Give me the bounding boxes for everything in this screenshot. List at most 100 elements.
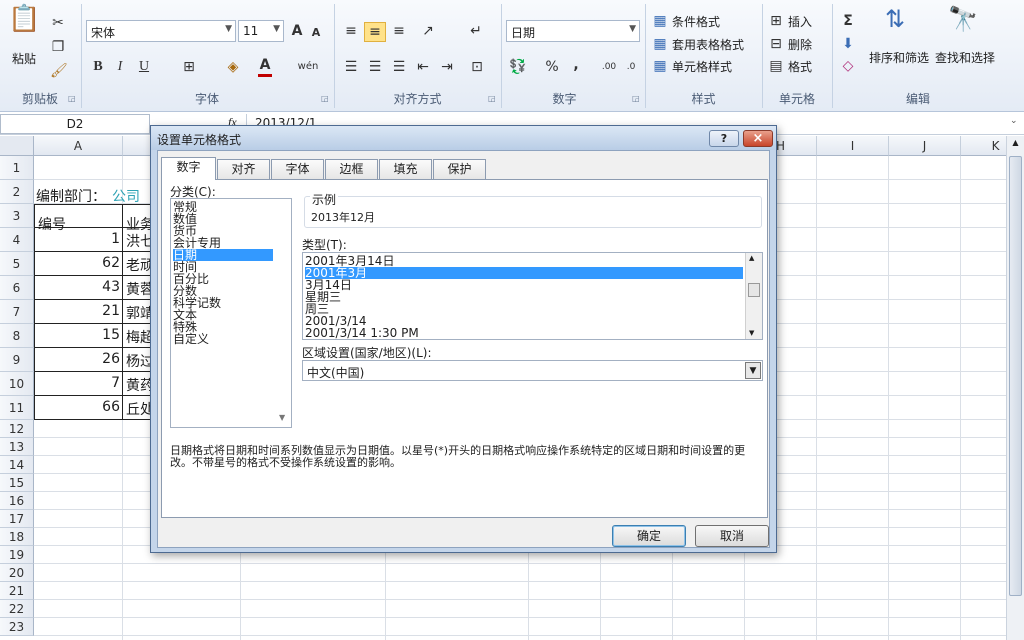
cell-id[interactable]: 62 xyxy=(36,255,120,271)
row-header[interactable]: 11 xyxy=(0,396,34,420)
cell-id[interactable]: 21 xyxy=(36,303,120,319)
underline-button[interactable]: U xyxy=(136,58,152,76)
italic-button[interactable]: I xyxy=(112,58,128,76)
tab-2[interactable]: 字体 xyxy=(271,159,324,179)
bold-button[interactable]: B xyxy=(90,58,106,76)
copy-icon[interactable]: ❐ xyxy=(50,38,66,56)
dept-value[interactable]: 公司 xyxy=(112,186,140,206)
row-header[interactable]: 21 xyxy=(0,582,34,600)
delete-button[interactable]: 删除 xyxy=(788,36,812,53)
row-header[interactable]: 10 xyxy=(0,372,34,396)
row-header[interactable]: 23 xyxy=(0,618,34,636)
sort-filter-button[interactable]: 排序和筛选 xyxy=(869,49,929,66)
dialog-titlebar[interactable]: 设置单元格格式 ? × xyxy=(151,126,776,150)
tab-4[interactable]: 填充 xyxy=(379,159,432,179)
scroll-up-icon[interactable]: ▲ xyxy=(749,254,754,262)
scroll-thumb[interactable] xyxy=(748,283,760,297)
cell-id[interactable]: 26 xyxy=(36,351,120,367)
row-header[interactable]: 12 xyxy=(0,420,34,438)
currency-icon[interactable]: 💱 xyxy=(508,58,528,76)
help-button[interactable]: ? xyxy=(709,130,739,147)
font-color-button[interactable]: A xyxy=(258,56,272,77)
cell-name[interactable]: 黄蓉 xyxy=(126,279,152,299)
number-launcher-icon[interactable]: ◲ xyxy=(632,94,640,103)
increase-indent-icon[interactable]: ⇥ xyxy=(438,58,456,76)
tab-0[interactable]: 数字 xyxy=(161,157,216,180)
cell-id[interactable]: 7 xyxy=(36,375,120,391)
type-item[interactable]: 2001年3月 xyxy=(305,267,743,279)
row-header[interactable]: 1 xyxy=(0,156,34,180)
paste-button[interactable]: 粘贴 xyxy=(12,50,36,67)
row-header[interactable]: 4 xyxy=(0,228,34,252)
align-bottom-icon[interactable]: ≡ xyxy=(390,22,408,40)
cell-name[interactable]: 郭靖 xyxy=(126,303,152,323)
row-header[interactable]: 5 xyxy=(0,252,34,276)
format-as-table-button[interactable]: 套用表格格式 xyxy=(672,36,744,53)
type-item[interactable]: 2001/3/14 1:30 PM xyxy=(305,327,419,339)
grow-font-icon[interactable]: A xyxy=(289,22,305,40)
conditional-format-icon[interactable]: ▦ xyxy=(652,12,668,30)
comma-button[interactable]: , xyxy=(570,56,582,74)
row-header[interactable]: 14 xyxy=(0,456,34,474)
row-header[interactable]: 2 xyxy=(0,180,34,204)
shrink-font-icon[interactable]: A xyxy=(309,24,323,42)
clipboard-launcher-icon[interactable]: ◲ xyxy=(68,94,76,103)
type-list[interactable]: 2001年3月14日 2001年3月 3月14日 星期三 周三 2001/3/14 2001… xyxy=(302,252,763,340)
cell-name[interactable]: 梅超 xyxy=(126,327,152,347)
select-all-corner[interactable] xyxy=(0,136,34,156)
cell-id[interactable]: 43 xyxy=(36,279,120,295)
align-left-icon[interactable]: ☰ xyxy=(342,58,360,76)
column-header[interactable]: J xyxy=(889,136,961,156)
scroll-down-icon[interactable]: ▼ xyxy=(749,329,754,337)
row-header[interactable]: 16 xyxy=(0,492,34,510)
fill-icon[interactable]: ⬇ xyxy=(840,35,856,53)
find-select-button[interactable]: 查找和选择 xyxy=(935,49,995,66)
insert-icon[interactable]: ⊞ xyxy=(768,12,784,30)
cell-id[interactable]: 15 xyxy=(36,327,120,343)
row-header[interactable]: 18 xyxy=(0,528,34,546)
autosum-button[interactable]: Σ xyxy=(840,12,856,30)
align-center-icon[interactable]: ☰ xyxy=(366,58,384,76)
cell-name[interactable]: 黄药 xyxy=(126,375,152,395)
align-top-icon[interactable]: ≡ xyxy=(342,22,360,40)
cell-styles-button[interactable]: 单元格样式 xyxy=(672,58,732,75)
clear-icon[interactable]: ◇ xyxy=(840,57,856,75)
cancel-button[interactable]: 取消 xyxy=(695,525,769,547)
dept-label[interactable]: 编制部门： xyxy=(36,186,106,206)
row-header[interactable]: 20 xyxy=(0,564,34,582)
font-size-select[interactable]: 11 ▼ xyxy=(238,20,284,42)
name-box[interactable]: D2 xyxy=(0,114,150,134)
font-launcher-icon[interactable]: ◲ xyxy=(321,94,329,103)
row-header[interactable]: 17 xyxy=(0,510,34,528)
category-list[interactable]: 常规 数值 货币 会计专用 日期 时间 百分比 分数 科学记数 文本 特殊 自定义 ▼ xyxy=(170,198,292,428)
row-header[interactable]: 13 xyxy=(0,438,34,456)
row-header[interactable]: 6 xyxy=(0,276,34,300)
category-item[interactable]: 自定义 xyxy=(173,333,209,345)
cell-name[interactable]: 老顽 xyxy=(126,255,152,275)
row-header[interactable]: 7 xyxy=(0,300,34,324)
locale-select[interactable]: 中文(中国) ▼ xyxy=(302,360,763,381)
cell-id[interactable]: 66 xyxy=(36,399,120,415)
chevron-down-icon[interactable]: ▼ xyxy=(745,362,761,379)
vertical-scrollbar[interactable]: ▲ xyxy=(1006,136,1024,640)
expand-formula-icon[interactable]: ⌄ xyxy=(1010,116,1018,126)
conditional-format-button[interactable]: 条件格式 xyxy=(672,13,720,30)
decrease-indent-icon[interactable]: ⇤ xyxy=(414,58,432,76)
increase-decimal-icon[interactable]: .00 xyxy=(598,58,620,76)
row-header[interactable]: 19 xyxy=(0,546,34,564)
format-table-icon[interactable]: ▦ xyxy=(652,35,668,53)
number-format-select[interactable]: 日期 ▼ xyxy=(506,20,640,42)
insert-button[interactable]: 插入 xyxy=(788,13,812,30)
orientation-icon[interactable]: ↗ xyxy=(416,22,440,40)
delete-icon[interactable]: ⊟ xyxy=(768,35,784,53)
format-button[interactable]: 格式 xyxy=(788,58,812,75)
row-header[interactable]: 3 xyxy=(0,204,34,228)
row-header[interactable]: 8 xyxy=(0,324,34,348)
merge-center-icon[interactable]: ⊡ xyxy=(466,58,488,76)
format-painter-icon[interactable]: 🖌 xyxy=(50,62,68,80)
cell-name[interactable]: 丘处 xyxy=(126,399,152,419)
sort-filter-icon[interactable]: ⇅ xyxy=(878,7,912,44)
cell-styles-icon[interactable]: ▦ xyxy=(652,57,668,75)
scroll-up-icon[interactable]: ▲ xyxy=(1009,138,1022,152)
cell-name[interactable]: 杨过 xyxy=(126,351,152,371)
